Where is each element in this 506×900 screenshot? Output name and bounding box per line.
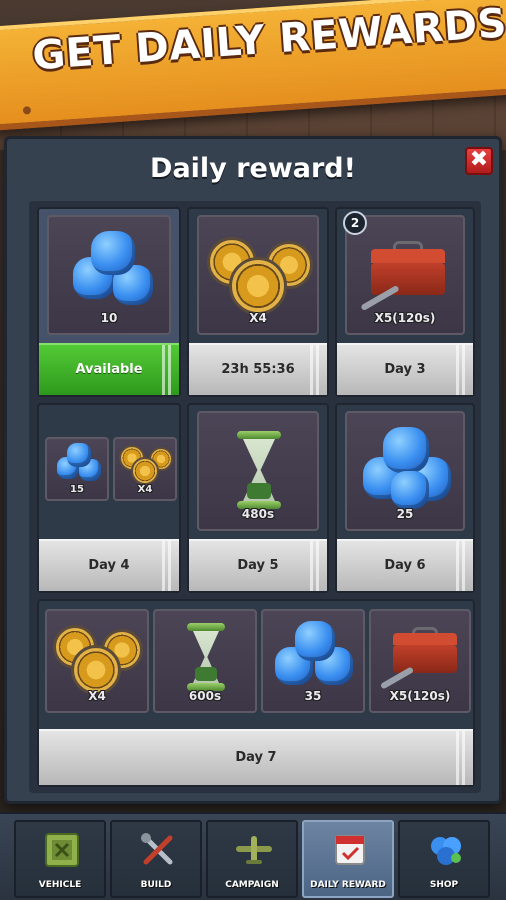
- reward-item: X4: [197, 215, 319, 335]
- reward-amount: 25: [396, 507, 414, 521]
- nav-label: BUILD: [140, 880, 172, 890]
- reward-amount: 10: [100, 311, 118, 325]
- toolbox-icon: [371, 241, 445, 295]
- nav-vehicle[interactable]: VEHICLE: [14, 820, 106, 898]
- reward-item: 600s: [153, 609, 257, 713]
- nav-daily-reward[interactable]: DAILY REWARD: [302, 820, 394, 898]
- reward-grid: 10 Available X4 23h 55:36 2 X5(120s) Day…: [29, 201, 481, 793]
- plane-icon: [236, 836, 272, 864]
- nav-build[interactable]: BUILD: [110, 820, 202, 898]
- hourglass-icon: [187, 623, 225, 691]
- build-tools-icon: [141, 833, 173, 865]
- countdown-button[interactable]: 23h 55:36: [189, 343, 327, 395]
- daily-reward-dialog: Daily reward! ✖ 10 Available X4 23h 55:3…: [4, 136, 502, 804]
- reward-item: X4: [45, 609, 149, 713]
- reward-item: 35: [261, 609, 365, 713]
- reward-item: X5(120s): [369, 609, 471, 713]
- reward-amount: 15: [70, 484, 84, 495]
- gem-icon: [67, 231, 157, 311]
- calendar-icon: [335, 835, 365, 865]
- reward-amount: 600s: [188, 689, 222, 703]
- day-button[interactable]: Day 3: [337, 343, 473, 395]
- bottom-nav: VEHICLE BUILD CAMPAIGN DAILY REWARD SHOP: [0, 812, 506, 900]
- reward-card-day-1[interactable]: 10 Available: [37, 207, 181, 397]
- day-button[interactable]: Day 4: [39, 539, 179, 591]
- count-badge: 2: [343, 211, 367, 235]
- day-button[interactable]: Day 7: [39, 729, 473, 785]
- reward-amount: X4: [88, 689, 106, 703]
- shop-gems-icon: [431, 837, 461, 865]
- nav-label: DAILY REWARD: [310, 880, 386, 890]
- vehicle-icon: [45, 833, 79, 867]
- shield-icon: [119, 443, 175, 487]
- shield-icon: [207, 231, 317, 321]
- reward-amount: 480s: [241, 507, 275, 521]
- reward-card-day-5[interactable]: 480s Day 5: [187, 403, 329, 593]
- reward-item: 10: [47, 215, 171, 335]
- reward-amount: X5(120s): [374, 311, 436, 325]
- reward-amount: X4: [249, 311, 267, 325]
- reward-amount: X4: [137, 484, 153, 495]
- reward-item: 15: [45, 437, 109, 501]
- day-button[interactable]: Day 6: [337, 539, 473, 591]
- nav-label: VEHICLE: [38, 880, 82, 890]
- day-button[interactable]: Day 5: [189, 539, 327, 591]
- gem-icon: [55, 443, 103, 483]
- reward-card-day-4[interactable]: 15 X4 Day 4: [37, 403, 181, 593]
- reward-card-day-7[interactable]: X4 600s 35 X5(120s) Day 7: [37, 599, 475, 787]
- reward-card-day-6[interactable]: 25 Day 6: [335, 403, 475, 593]
- claim-button[interactable]: Available: [39, 343, 179, 395]
- nav-shop[interactable]: SHOP: [398, 820, 490, 898]
- reward-card-day-2[interactable]: X4 23h 55:36: [187, 207, 329, 397]
- reward-amount: X5(120s): [389, 689, 451, 703]
- nav-label: SHOP: [429, 880, 459, 890]
- toolbox-icon: [393, 627, 457, 673]
- gem-icon: [275, 621, 355, 693]
- reward-item: 25: [345, 411, 465, 531]
- gem-icon: [361, 427, 453, 511]
- nav-campaign[interactable]: CAMPAIGN: [206, 820, 298, 898]
- reward-amount: 35: [304, 689, 322, 703]
- nav-label: CAMPAIGN: [225, 880, 279, 890]
- reward-item: 480s: [197, 411, 319, 531]
- reward-card-day-3[interactable]: 2 X5(120s) Day 3: [335, 207, 475, 397]
- hourglass-icon: [237, 431, 281, 509]
- reward-item: X4: [113, 437, 177, 501]
- dialog-title: Daily reward!: [150, 153, 356, 184]
- close-button[interactable]: ✖: [465, 147, 493, 175]
- reward-item: X5(120s): [345, 215, 465, 335]
